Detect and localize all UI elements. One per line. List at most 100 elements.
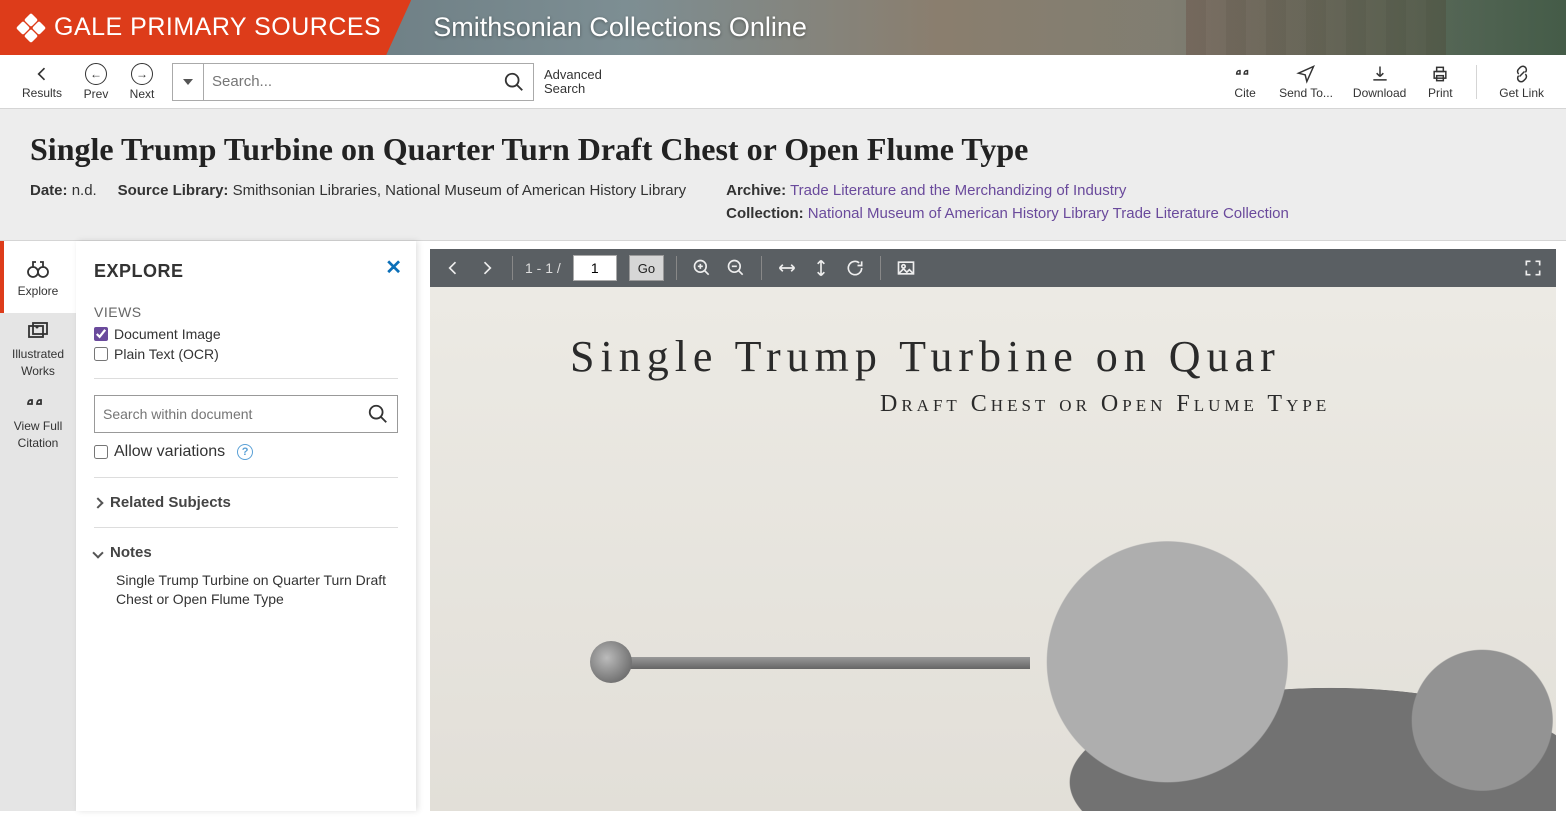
viewer-toolbar: 1 - 1 / Go: [430, 249, 1556, 287]
rail-illustrated-works[interactable]: Illustrated Works: [0, 313, 76, 385]
download-button[interactable]: Download: [1345, 64, 1414, 100]
go-button[interactable]: Go: [629, 255, 664, 281]
allow-variations-checkbox[interactable]: [94, 445, 108, 459]
download-icon: [1370, 64, 1390, 84]
search-scope-dropdown[interactable]: [172, 63, 204, 101]
toolbar-separator: [1476, 65, 1477, 99]
page-title: Single Trump Turbine on Quarter Turn Dra…: [30, 131, 1536, 168]
quote-icon: [1235, 64, 1255, 84]
rotate-button[interactable]: [842, 255, 868, 281]
explore-heading: EXPLORE: [94, 261, 398, 282]
notes-label: Notes: [110, 544, 152, 561]
rotate-icon: [845, 258, 865, 278]
viewer-divider-3: [761, 256, 762, 280]
page-number-input[interactable]: [573, 255, 617, 281]
search-box: [204, 63, 534, 101]
plain-text-checkbox[interactable]: [94, 347, 108, 361]
close-panel-button[interactable]: ✕: [385, 255, 402, 280]
fullscreen-icon: [1523, 258, 1543, 278]
prev-button[interactable]: ← Prev: [74, 63, 118, 101]
brand-badge[interactable]: GALE PRIMARY SOURCES: [0, 0, 411, 55]
collection-link[interactable]: National Museum of American History Libr…: [808, 205, 1289, 222]
results-button[interactable]: Results: [14, 64, 70, 100]
brand-title: GALE PRIMARY SOURCES: [54, 13, 381, 42]
rail-view-full-citation[interactable]: View Full Citation: [0, 385, 76, 457]
search-group: Advanced Search: [172, 63, 602, 101]
fit-width-button[interactable]: [774, 255, 800, 281]
zoom-in-icon: [692, 258, 712, 278]
zoom-out-button[interactable]: [723, 255, 749, 281]
viewer-prev-page[interactable]: [440, 255, 466, 281]
fit-height-icon: [811, 258, 831, 278]
search-within-icon[interactable]: [367, 403, 389, 425]
prev-circle-icon: ←: [85, 63, 107, 85]
viewer-divider: [512, 256, 513, 280]
allow-variations-option[interactable]: Allow variations ?: [94, 443, 398, 461]
gale-logo-icon: [18, 15, 44, 41]
rail-explore[interactable]: Explore: [0, 241, 76, 313]
rail-citation-label1: View Full: [14, 420, 62, 433]
collection-label: Collection:: [726, 205, 804, 222]
rail-illustrated-label2: Works: [21, 365, 55, 378]
help-icon[interactable]: ?: [237, 444, 253, 460]
next-label: Next: [130, 87, 155, 101]
next-button[interactable]: → Next: [120, 63, 164, 101]
chevron-right-icon: [92, 497, 103, 508]
viewer-next-page[interactable]: [474, 255, 500, 281]
cite-label: Cite: [1234, 86, 1255, 100]
fit-width-icon: [777, 258, 797, 278]
doc-heading-line1: Single Trump Turbine on Quar: [570, 331, 1556, 382]
chevron-right-icon: [477, 258, 497, 278]
cite-button[interactable]: Cite: [1223, 64, 1267, 100]
rail-citation-label2: Citation: [18, 437, 59, 450]
caret-down-icon: [183, 79, 193, 85]
send-icon: [1296, 64, 1316, 84]
date-label: Date:: [30, 182, 68, 199]
close-icon: ✕: [385, 257, 402, 279]
related-subjects-toggle[interactable]: Related Subjects: [94, 494, 398, 511]
source-library-value: Smithsonian Libraries, National Museum o…: [233, 182, 687, 199]
doc-image-checkbox[interactable]: [94, 327, 108, 341]
print-label: Print: [1428, 86, 1453, 100]
search-within-input[interactable]: [103, 406, 367, 422]
plain-text-label: Plain Text (OCR): [114, 346, 219, 362]
page-range-label: 1 - 1 /: [525, 260, 561, 276]
banner-background-trees: [1166, 0, 1566, 55]
advanced-search-link[interactable]: Advanced Search: [544, 68, 602, 96]
fullscreen-button[interactable]: [1520, 255, 1546, 281]
zoom-out-icon: [726, 258, 746, 278]
image-mode-button[interactable]: [893, 255, 919, 281]
panel-divider-2: [94, 477, 398, 478]
archive-label: Archive:: [726, 182, 786, 199]
get-link-label: Get Link: [1499, 86, 1544, 100]
next-circle-icon: →: [131, 63, 153, 85]
top-banner: GALE PRIMARY SOURCES Smithsonian Collect…: [0, 0, 1566, 55]
send-to-label: Send To...: [1279, 86, 1333, 100]
results-label: Results: [22, 86, 62, 100]
date-value: n.d.: [72, 182, 97, 199]
fit-height-button[interactable]: [808, 255, 834, 281]
rail-explore-label: Explore: [18, 285, 59, 298]
send-to-button[interactable]: Send To...: [1271, 64, 1341, 100]
explore-panel: ✕ EXPLORE VIEWS Document Image Plain Tex…: [76, 241, 416, 811]
doc-image-option[interactable]: Document Image: [94, 326, 398, 342]
archive-link[interactable]: Trade Literature and the Merchandizing o…: [790, 182, 1126, 199]
print-button[interactable]: Print: [1418, 64, 1462, 100]
plain-text-option[interactable]: Plain Text (OCR): [94, 346, 398, 362]
get-link-button[interactable]: Get Link: [1491, 64, 1552, 100]
source-library-label: Source Library:: [118, 182, 229, 199]
chevron-down-icon: [92, 547, 103, 558]
allow-variations-label: Allow variations: [114, 443, 225, 461]
notes-toggle[interactable]: Notes: [94, 544, 398, 561]
prev-label: Prev: [84, 87, 109, 101]
images-icon: [26, 320, 50, 344]
zoom-in-button[interactable]: [689, 255, 715, 281]
advanced-search-line1: Advanced: [544, 68, 602, 82]
main-toolbar: Results ← Prev → Next Advanced Search Ci…: [0, 55, 1566, 109]
document-image[interactable]: Single Trump Turbine on Quar Draft Chest…: [430, 287, 1556, 811]
search-icon[interactable]: [503, 71, 525, 93]
download-label: Download: [1353, 86, 1406, 100]
document-metadata: Single Trump Turbine on Quarter Turn Dra…: [0, 109, 1566, 241]
search-input[interactable]: [212, 73, 503, 90]
views-heading: VIEWS: [94, 304, 398, 320]
